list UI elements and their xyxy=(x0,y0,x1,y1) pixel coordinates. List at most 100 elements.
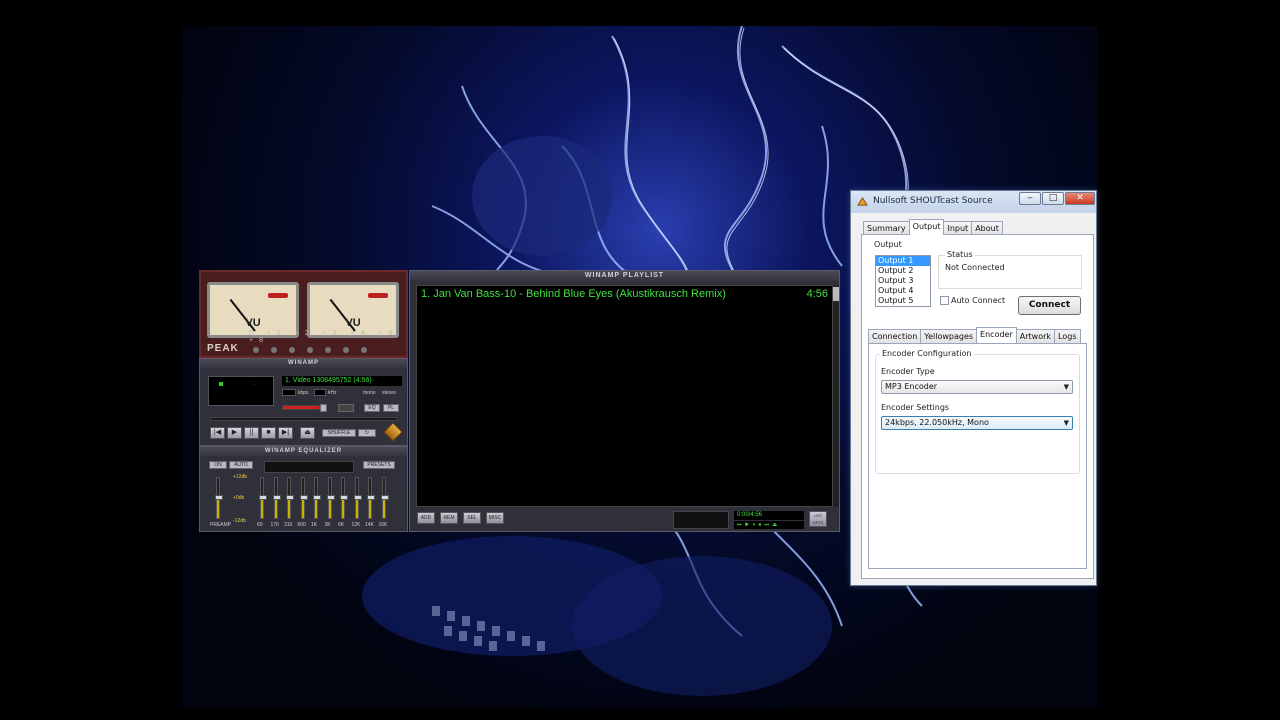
eq-band-slider[interactable] xyxy=(353,477,362,519)
shuffle-button[interactable]: SHUFFLE xyxy=(322,429,356,437)
peak-dot xyxy=(325,347,331,353)
eq-on-button[interactable]: ON xyxy=(209,461,227,469)
playlist-item[interactable]: 1. Jan Van Bass-10 - Behind Blue Eyes (A… xyxy=(417,286,832,302)
repeat-button[interactable]: ↻ xyxy=(358,429,376,437)
tab-yellowpages[interactable]: Yellowpages xyxy=(920,329,978,343)
prev-button[interactable]: |◀ xyxy=(210,427,225,439)
volume-slider[interactable] xyxy=(282,405,320,410)
tab-artwork[interactable]: Artwork xyxy=(1015,329,1056,343)
output-list-item[interactable]: Output 1 xyxy=(876,256,930,266)
encoder-settings-label: Encoder Settings xyxy=(881,403,950,412)
eq-band-slider[interactable] xyxy=(313,477,321,519)
khz-label: kHz xyxy=(328,390,337,396)
vu-label: VU xyxy=(245,317,261,329)
next-button[interactable]: ▶| xyxy=(278,427,293,439)
vu-label: VU xyxy=(345,317,361,329)
eq-band-slider[interactable] xyxy=(326,477,335,519)
eq-band-label: 12K xyxy=(351,522,361,528)
tab-summary[interactable]: Summary xyxy=(863,221,910,235)
eq-presets-button[interactable]: PRESETS xyxy=(363,461,395,469)
play-indicator-icon xyxy=(219,382,223,386)
eq-band-slider[interactable] xyxy=(259,477,267,519)
encoder-tab-panel: Encoder Configuration Encoder Type MP3 E… xyxy=(868,343,1087,569)
peak-indicators xyxy=(253,347,367,353)
desktop: VU VU PEAK 0 +1 +2 +3 +4 +6 +8 WINAMP : … xyxy=(0,0,1280,720)
encoder-config-title: Encoder Configuration xyxy=(880,349,974,358)
tab-connection[interactable]: Connection xyxy=(868,329,922,343)
eq-band-label: 1K xyxy=(311,522,318,528)
connect-button[interactable]: Connect xyxy=(1018,296,1081,315)
tab-input[interactable]: Input xyxy=(943,221,973,235)
pl-info-display xyxy=(673,511,729,529)
time-display[interactable]: : xyxy=(253,381,255,387)
eq-toggle-button[interactable]: EQ xyxy=(364,404,380,412)
shoutcast-titlebar[interactable]: Nullsoft SHOUTcast Source ‒ □ ✕ xyxy=(851,191,1096,213)
eq-band-slider[interactable] xyxy=(286,477,294,519)
pl-sel-button[interactable]: SEL xyxy=(463,512,481,524)
eq-band-slider[interactable] xyxy=(340,477,348,519)
eject-button[interactable]: ⏏ xyxy=(300,427,315,439)
eq-preamp-slider[interactable] xyxy=(215,477,223,519)
song-ticker[interactable]: 1. Video 1308495752 (4:56) xyxy=(282,376,402,386)
maximize-button[interactable]: □ xyxy=(1042,192,1064,205)
pl-list-opts-button[interactable]: LIST OPTS xyxy=(809,511,827,527)
status-group: Status Not Connected xyxy=(938,250,1082,289)
pause-button[interactable]: || xyxy=(244,427,259,439)
status-title: Status xyxy=(945,250,975,259)
winamp-visualizer[interactable]: : xyxy=(208,376,274,406)
eq-response-graph xyxy=(264,461,354,473)
peak-dot xyxy=(307,347,313,353)
encoder-type-select[interactable]: MP3 Encoder ▼ xyxy=(881,380,1073,394)
output-list-item[interactable]: Output 3 xyxy=(876,276,930,286)
output-list-item[interactable]: Output 4 xyxy=(876,286,930,296)
pl-mini-controls[interactable]: ⏮ ▶ ⏸ ⏹ ⏭ ⏏ xyxy=(734,521,804,529)
auto-connect-label[interactable]: Auto Connect xyxy=(951,296,1005,305)
peak-dot xyxy=(289,347,295,353)
stop-button[interactable]: ■ xyxy=(261,427,276,439)
playlist-titlebar[interactable]: WINAMP PLAYLIST xyxy=(410,271,839,281)
pl-toggle-button[interactable]: PL xyxy=(383,404,399,412)
eq-band-slider[interactable] xyxy=(272,477,281,519)
equalizer-titlebar[interactable]: WINAMP EQUALIZER xyxy=(200,447,407,456)
scroll-thumb[interactable] xyxy=(833,287,839,301)
volume-knob[interactable] xyxy=(320,404,327,412)
eq-band-label: 14K xyxy=(365,522,374,528)
eq-db-bottom: -12db xyxy=(233,518,246,524)
close-button[interactable]: ✕ xyxy=(1065,192,1095,205)
balance-slider[interactable] xyxy=(338,404,354,412)
winamp-equalizer-window[interactable]: WINAMP EQUALIZER ON AUTO PRESETS PREAMP … xyxy=(199,446,408,532)
mono-label: mono xyxy=(363,390,376,396)
pl-rem-button[interactable]: REM xyxy=(440,512,458,524)
winamp-titlebar[interactable]: WINAMP xyxy=(200,359,407,368)
vu-redzone xyxy=(268,293,288,298)
output-list-item[interactable]: Output 5 xyxy=(876,296,930,306)
tab-output[interactable]: Output xyxy=(908,219,945,235)
winamp-playlist-window[interactable]: WINAMP PLAYLIST 1. Jan Van Bass-10 - Beh… xyxy=(409,270,840,532)
eq-band-label: 170 xyxy=(270,522,279,528)
pl-misc-button[interactable]: MISC xyxy=(486,512,504,524)
encoder-settings-select[interactable]: 24kbps, 22.050kHz, Mono ▼ xyxy=(881,416,1073,430)
tab-encoder[interactable]: Encoder xyxy=(976,327,1017,343)
playlist-scrollbar[interactable] xyxy=(833,285,839,507)
eq-band-slider[interactable] xyxy=(380,477,389,519)
output-list[interactable]: Output 1 Output 2 Output 3 Output 4 Outp… xyxy=(875,255,931,307)
eq-band-slider[interactable] xyxy=(367,477,375,519)
winamp-vu-panel: VU VU PEAK 0 +1 +2 +3 +4 +6 +8 xyxy=(199,270,408,358)
play-button[interactable]: ▶ xyxy=(227,427,242,439)
winamp-logo-icon[interactable] xyxy=(383,422,403,442)
seek-bar[interactable] xyxy=(210,417,398,421)
chevron-down-icon: ▼ xyxy=(1063,383,1069,391)
tab-about[interactable]: About xyxy=(971,221,1003,235)
minimize-button[interactable]: ‒ xyxy=(1019,192,1041,205)
winamp-main-window[interactable]: WINAMP : 1. Video 1308495752 (4:56) kbps… xyxy=(199,358,408,446)
shoutcast-source-window[interactable]: Nullsoft SHOUTcast Source ‒ □ ✕ Summary … xyxy=(850,190,1097,586)
tab-logs[interactable]: Logs xyxy=(1054,329,1081,343)
eq-auto-button[interactable]: AUTO xyxy=(229,461,253,469)
playlist-item-duration: 4:56 xyxy=(806,288,828,300)
pl-add-button[interactable]: ADD xyxy=(417,512,435,524)
output-list-item[interactable]: Output 2 xyxy=(876,266,930,276)
auto-connect-checkbox[interactable] xyxy=(940,296,949,305)
eq-band-label: 16K xyxy=(378,522,388,528)
eq-band-slider[interactable] xyxy=(299,477,308,519)
playlist-list[interactable]: 1. Jan Van Bass-10 - Behind Blue Eyes (A… xyxy=(416,285,833,507)
